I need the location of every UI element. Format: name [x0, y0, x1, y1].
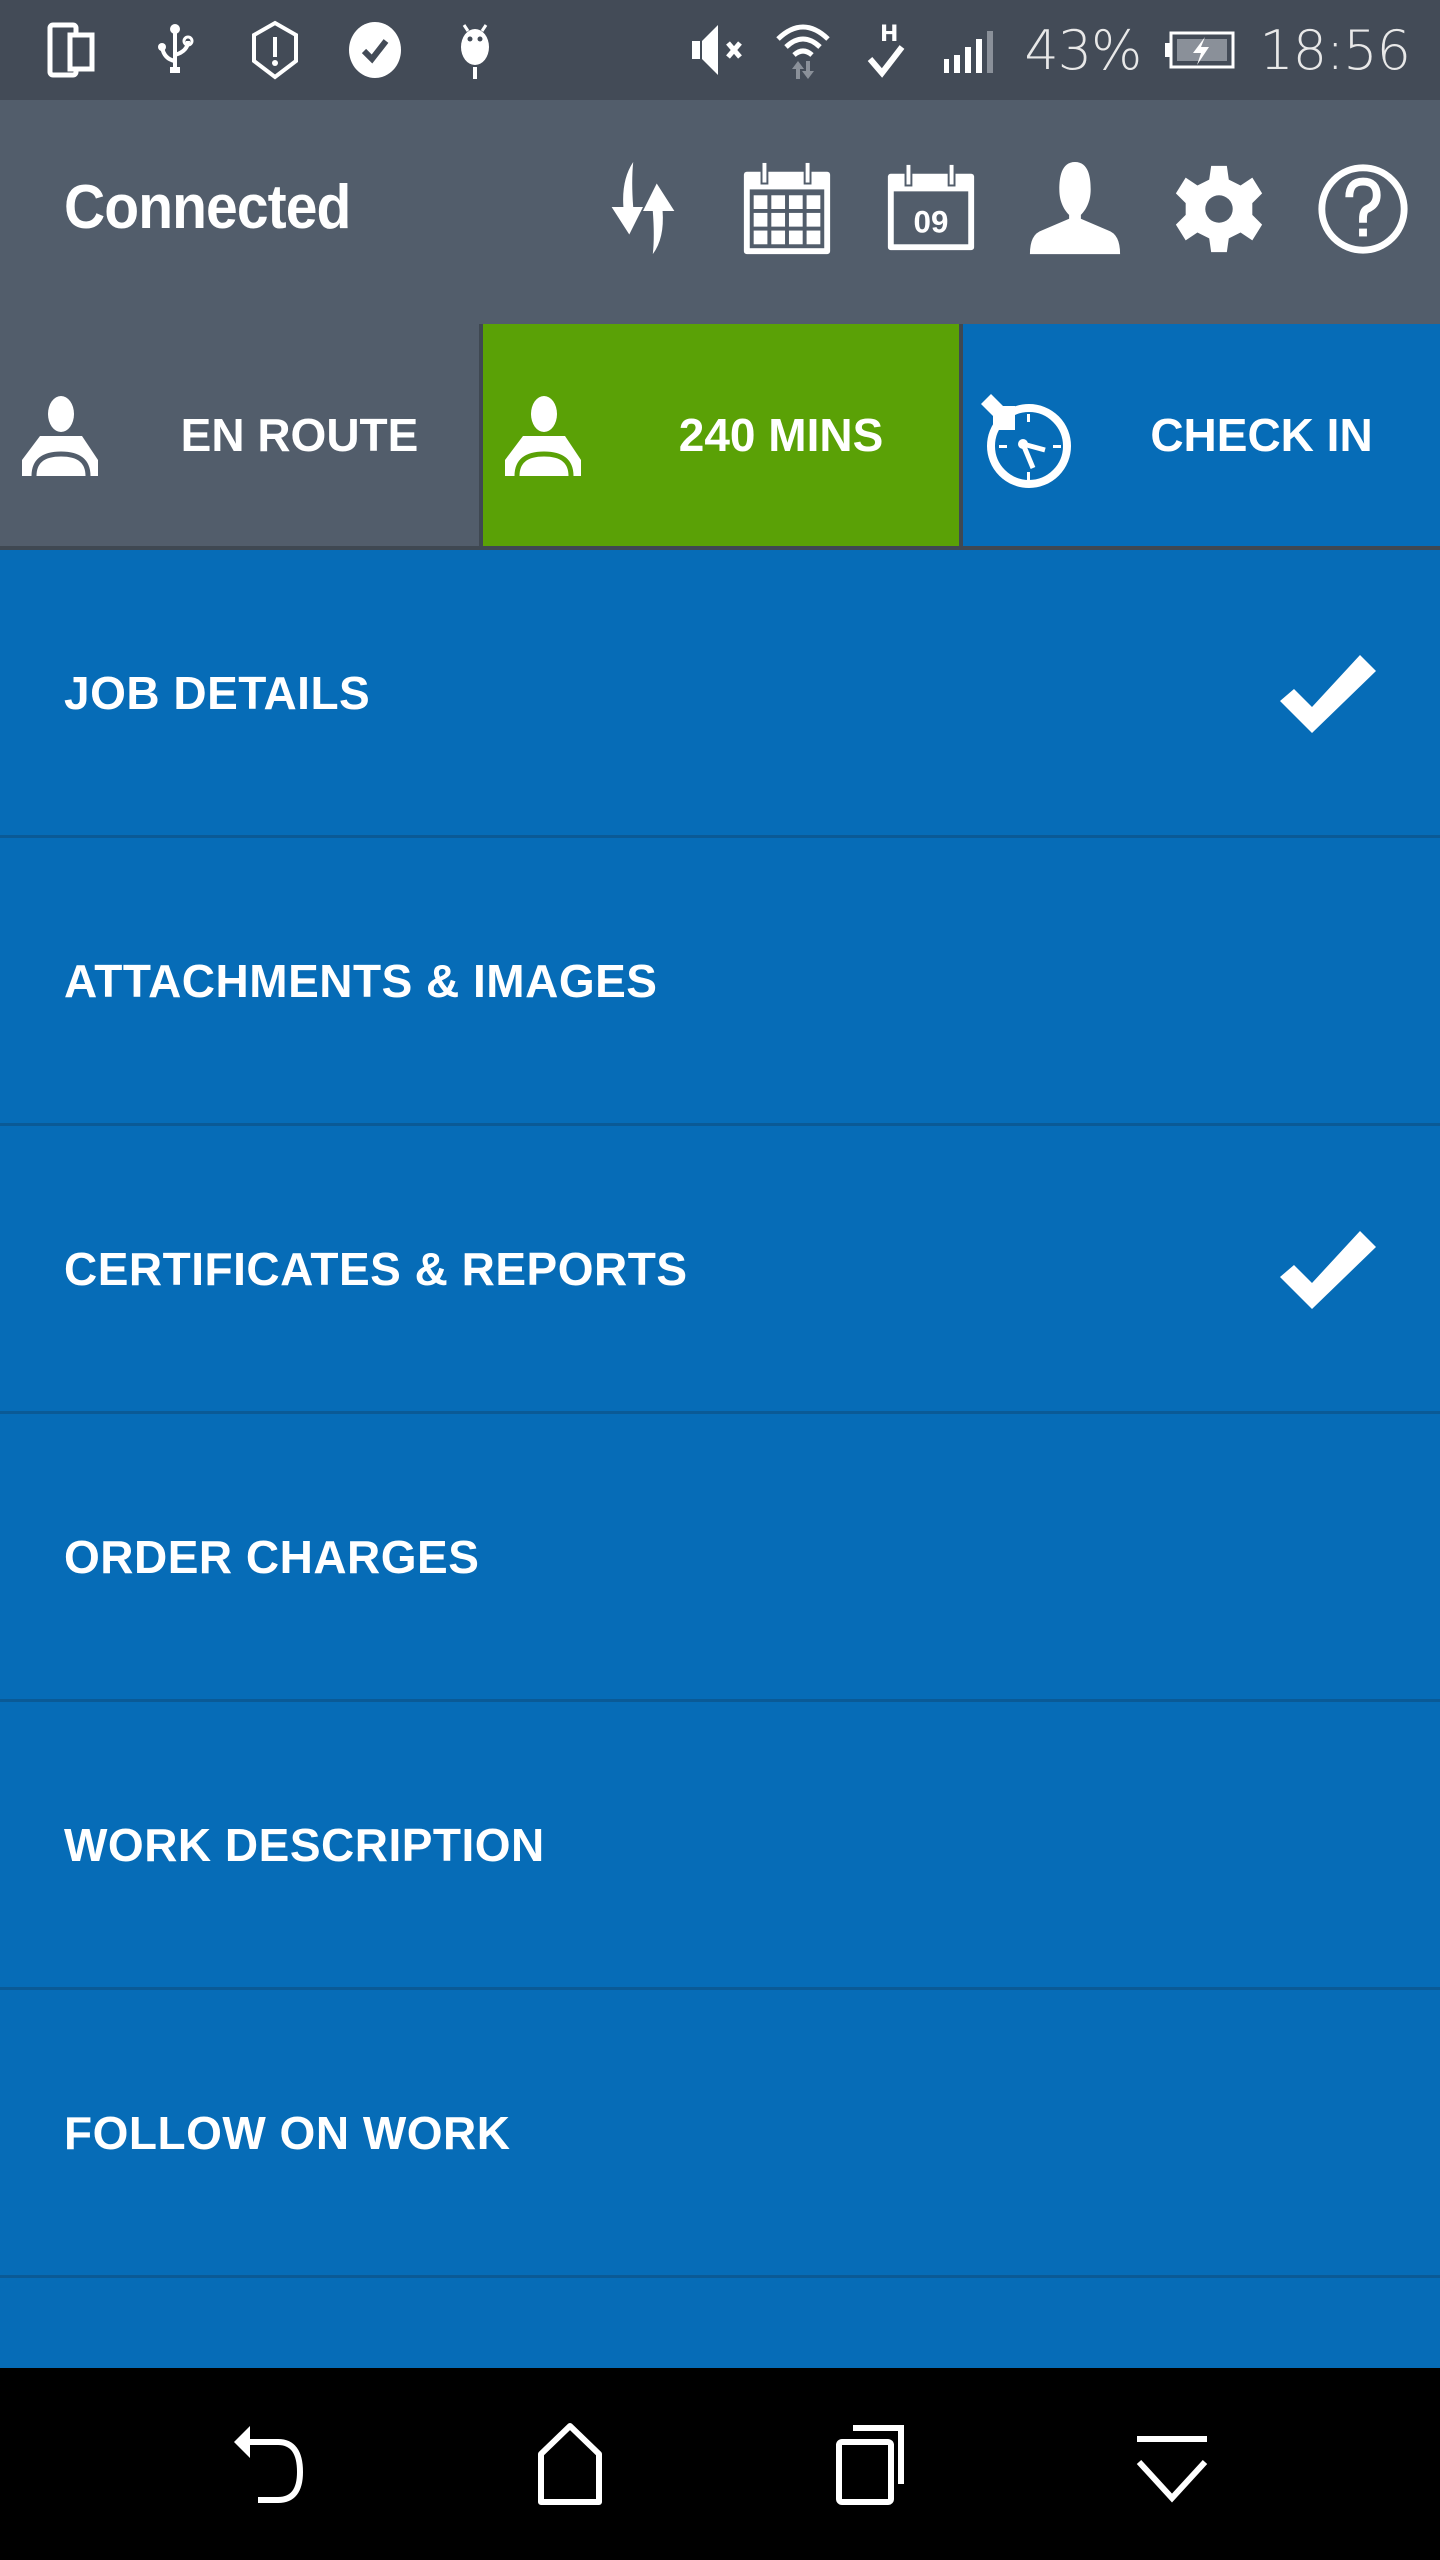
en-route-label: EN ROUTE	[180, 409, 419, 461]
usb-icon	[144, 19, 206, 81]
hide-keyboard-button[interactable]	[1127, 2420, 1217, 2510]
hspa-signal-icon: H	[856, 19, 918, 81]
menu-item-label: FOLLOW ON WORK	[64, 2106, 511, 2159]
profile-button[interactable]	[1026, 160, 1124, 258]
recents-icon	[836, 2425, 904, 2505]
menu-item-certificates-reports[interactable]: CERTIFICATES & REPORTS	[0, 1126, 1440, 1414]
cell-signal-icon	[940, 19, 1002, 81]
recents-button[interactable]	[825, 2420, 915, 2510]
menu-item-label: WORK DESCRIPTION	[64, 1818, 545, 1871]
help-button[interactable]	[1314, 160, 1412, 258]
menu-item-order-charges[interactable]: ORDER CHARGES	[0, 1414, 1440, 1702]
menu-item-label: ATTACHMENTS & IMAGES	[64, 954, 658, 1007]
android-debug-icon	[444, 19, 506, 81]
duration-label: 240 MINS	[678, 409, 884, 461]
menu-item-attachments-images[interactable]: ATTACHMENTS & IMAGES	[0, 838, 1440, 1126]
menu-item-work-description[interactable]: WORK DESCRIPTION	[0, 1702, 1440, 1990]
svg-text:H: H	[880, 22, 898, 47]
skype-check-icon	[344, 19, 406, 81]
menu-item-label: CERTIFICATES & REPORTS	[64, 1242, 688, 1295]
battery-charging-icon	[1163, 19, 1237, 81]
connection-status-title: Connected	[64, 173, 351, 242]
sync-icon	[611, 161, 675, 255]
system-nav-bar	[0, 2368, 1440, 2560]
menu-item-job-details[interactable]: JOB DETAILS	[0, 550, 1440, 838]
menu-item-label: JOB DETAILS	[64, 666, 371, 719]
en-route-button[interactable]: EN ROUTE	[0, 324, 479, 546]
job-menu-list: JOB DETAILS ATTACHMENTS & IMAGES CERTIFI…	[0, 550, 1440, 2368]
wifi-icon	[772, 19, 834, 81]
app-header: Connected 09	[0, 100, 1440, 324]
status-system: H 43% 18:56	[688, 0, 1411, 100]
gear-icon	[1175, 165, 1263, 253]
user-icon	[1029, 161, 1121, 255]
shield-alert-icon	[244, 19, 306, 81]
sync-button[interactable]	[594, 160, 692, 258]
settings-button[interactable]	[1170, 160, 1268, 258]
check-icon	[1280, 651, 1380, 735]
header-actions: 09	[594, 160, 1412, 258]
back-button[interactable]	[228, 2420, 318, 2510]
home-button[interactable]	[525, 2420, 615, 2510]
menu-item-label: ORDER CHARGES	[64, 1530, 480, 1583]
clock: 18:56	[1259, 18, 1411, 82]
status-actions: EN ROUTE 240 MINS CHECK IN	[0, 324, 1440, 550]
calendar-day-icon: 09	[887, 162, 975, 251]
menu-item-follow-on-work[interactable]: FOLLOW ON WORK	[0, 1990, 1440, 2278]
calendar-button[interactable]	[738, 160, 836, 258]
check-icon	[1280, 1227, 1380, 1311]
dual-screen-icon	[44, 19, 106, 81]
menu-item-partial[interactable]	[0, 2278, 1440, 2368]
check-in-label: CHECK IN	[1150, 409, 1373, 461]
home-icon	[538, 2423, 602, 2505]
duration-button[interactable]: 240 MINS	[483, 324, 959, 546]
status-notifications	[0, 19, 506, 81]
calendar-icon	[743, 160, 831, 255]
today-button[interactable]: 09	[882, 160, 980, 258]
check-in-button[interactable]: CHECK IN	[963, 324, 1440, 546]
mute-icon	[688, 19, 750, 81]
back-icon	[234, 2426, 304, 2503]
status-bar: H 43% 18:56	[0, 0, 1440, 100]
help-icon	[1318, 164, 1408, 254]
battery-percent: 43%	[1024, 18, 1142, 82]
hide-keyboard-icon	[1136, 2436, 1208, 2503]
calendar-day-number: 09	[914, 205, 949, 240]
